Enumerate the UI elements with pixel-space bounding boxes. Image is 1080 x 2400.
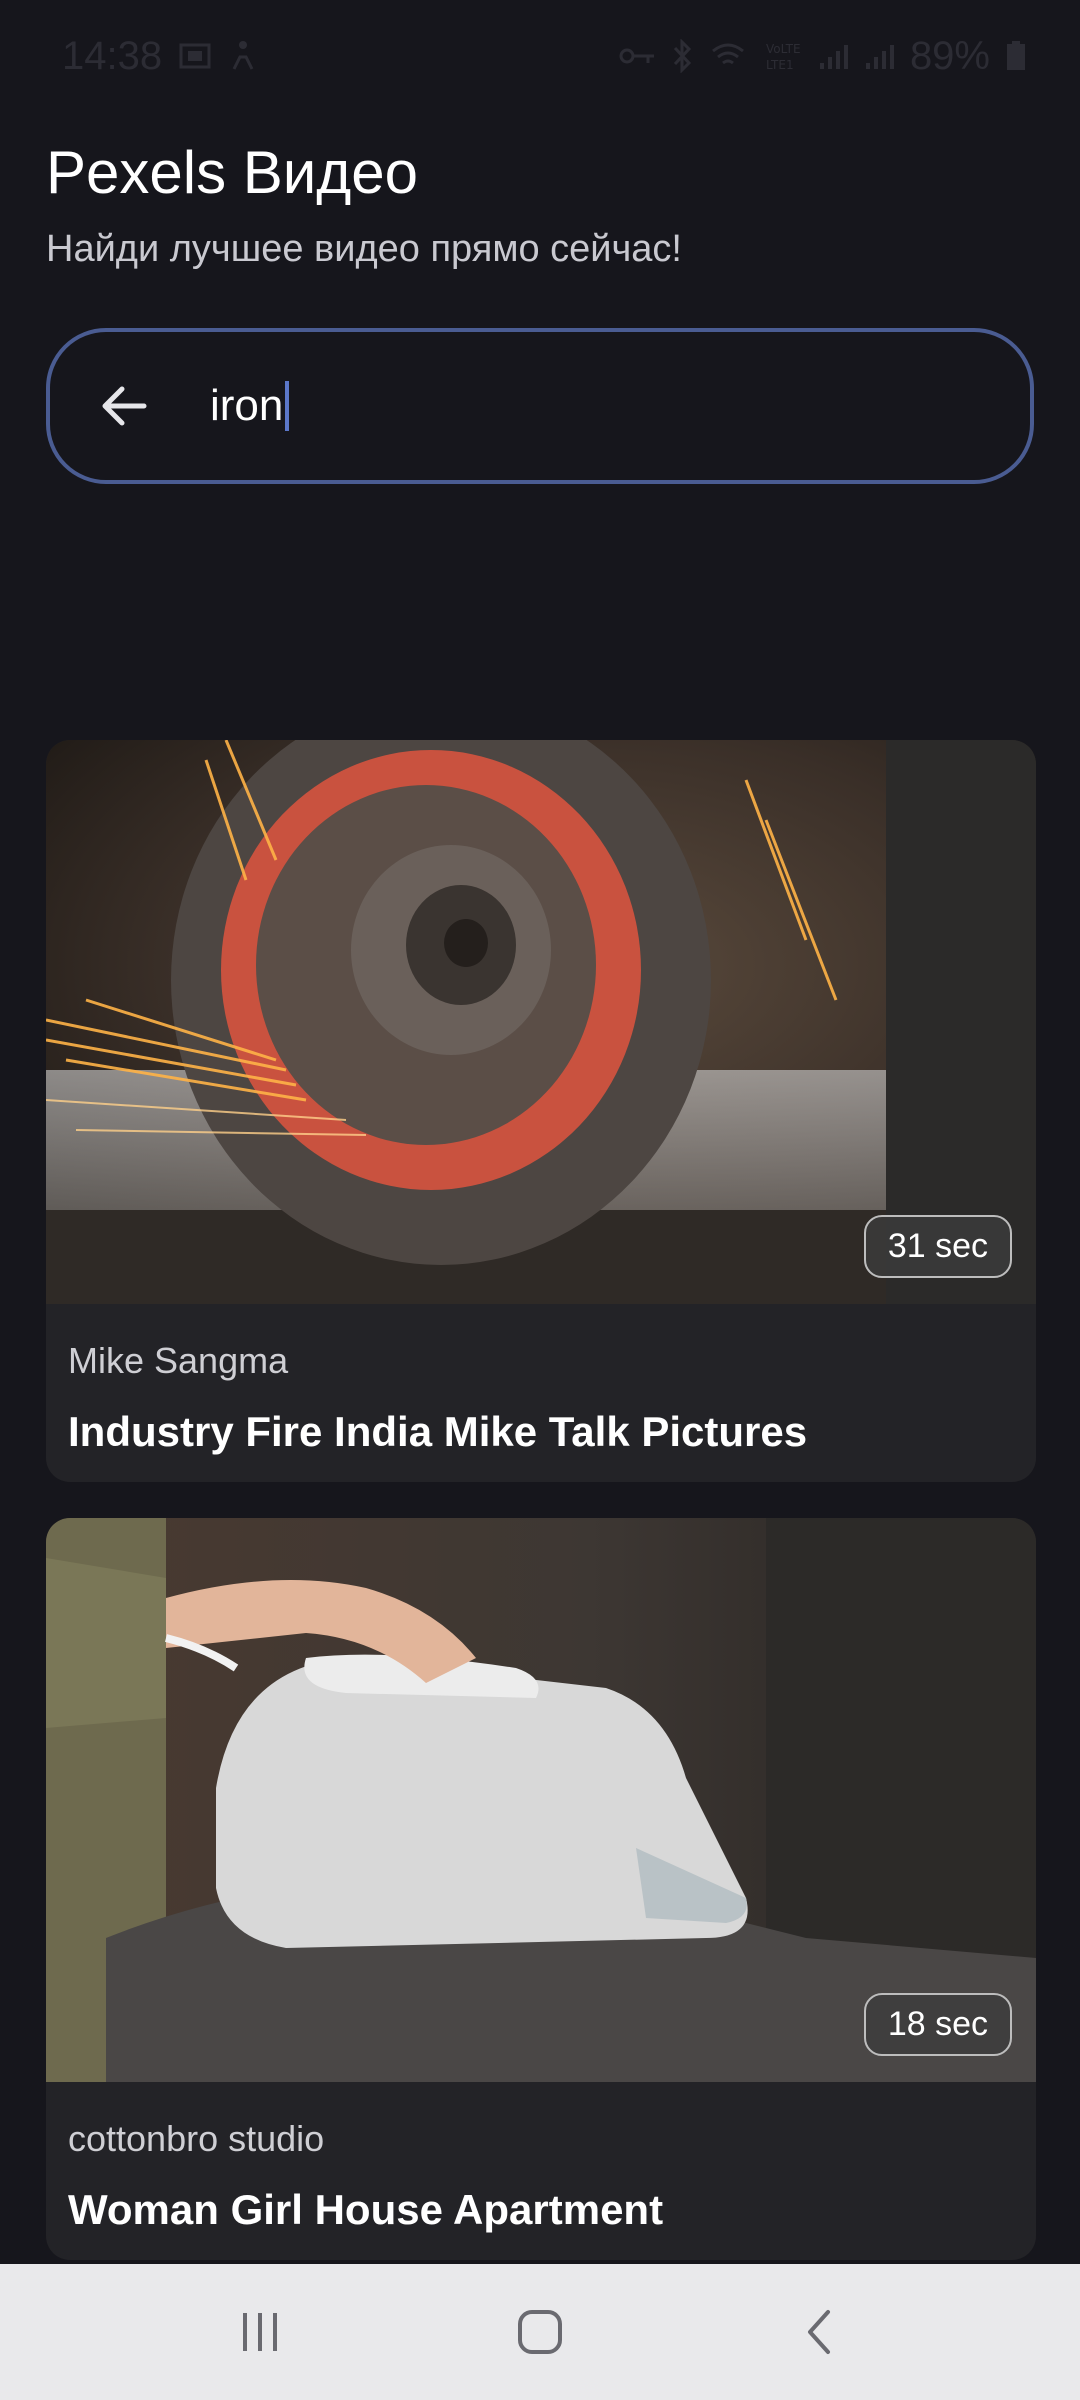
accessibility-icon: [228, 39, 258, 73]
status-right: VoLTE LTE1 89%: [618, 34, 1026, 79]
arrow-left-icon[interactable]: [90, 372, 158, 440]
search-input[interactable]: iron: [210, 381, 290, 431]
signal-2-icon: [864, 41, 894, 71]
bluetooth-icon: [672, 39, 694, 73]
video-author: cottonbro studio: [68, 2118, 325, 2159]
recents-icon[interactable]: [210, 2282, 310, 2382]
duration-badge: 31 sec: [863, 1215, 1012, 1278]
status-time: 14:38: [62, 33, 163, 78]
signal-1-icon: [818, 41, 848, 71]
svg-text:VoLTE: VoLTE: [766, 42, 801, 56]
video-title: Industry Fire India Mike Talk Pictures: [68, 1408, 808, 1455]
battery-percent: 89%: [909, 33, 990, 78]
status-bar: 14:38 VoLTE LTE1 89%: [0, 0, 1080, 112]
search-input-value: iron: [210, 381, 284, 430]
wifi-icon: [710, 41, 746, 71]
app-subtitle: Найди лучшее видео прямо сейчас!: [46, 228, 682, 270]
key-icon: [618, 43, 656, 69]
video-card[interactable]: 31 sec Mike Sangma Industry Fire India M…: [46, 740, 1036, 1482]
status-left: 14:38: [62, 34, 258, 79]
video-author: Mike Sangma: [68, 1340, 289, 1381]
video-thumbnail[interactable]: 18 sec: [46, 1518, 1036, 2082]
system-nav-bar: [0, 2264, 1080, 2400]
video-card[interactable]: 18 sec cottonbro studio Woman Girl House…: [46, 1518, 1036, 2260]
screenshot-icon: [178, 39, 212, 73]
home-icon[interactable]: [490, 2282, 590, 2382]
video-title: Woman Girl House Apartment: [68, 2186, 664, 2233]
app-title: Pexels Видео: [46, 139, 419, 206]
text-caret: [285, 381, 290, 431]
battery-icon: [1006, 41, 1026, 71]
screen: 14:38 VoLTE LTE1 89% Pexels Видео Найди …: [0, 0, 1080, 2400]
svg-text:LTE1: LTE1: [766, 58, 794, 72]
duration-badge: 18 sec: [863, 1993, 1012, 2056]
video-thumbnail[interactable]: 31 sec: [46, 740, 1036, 1304]
chevron-left-icon[interactable]: [770, 2282, 870, 2382]
volte-icon: VoLTE LTE1: [762, 39, 802, 73]
search-bar[interactable]: iron: [46, 328, 1034, 484]
